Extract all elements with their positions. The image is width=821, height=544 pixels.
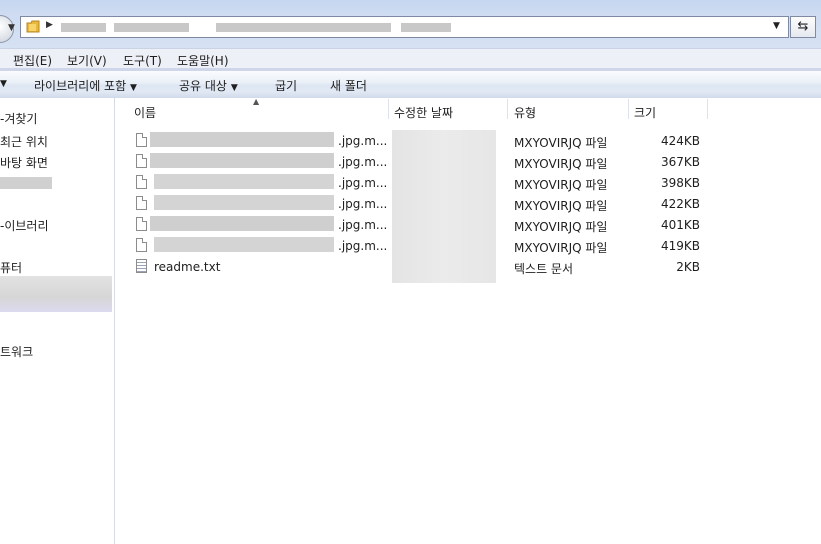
file-name-suffix: .jpg.m... [338,176,388,190]
nav-computer[interactable]: 퓨터 [0,259,22,276]
file-name-suffix: .jpg.m... [338,155,388,169]
include-in-library-label: 라이브러리에 포함 [34,79,127,93]
redacted-path [114,23,189,32]
text-file-icon [136,259,147,273]
file-type: MXYOVIRJQ 파일 [514,178,608,192]
file-size: 424KB [660,134,700,148]
file-icon [136,217,147,231]
redacted-filename [154,174,334,189]
file-name-suffix: .jpg.m... [338,218,388,232]
file-size: 398KB [660,176,700,190]
menu-bar: 편집(E) 보기(V) 도구(T) 도움말(H) [0,48,821,69]
file-name-suffix: .jpg.m... [338,134,388,148]
sort-ascending-icon: ▲ [253,97,260,106]
file-icon [136,196,147,210]
nav-network[interactable]: 트워크 [0,343,33,360]
column-header-size[interactable]: 크기 [634,104,656,121]
file-size: 419KB [660,239,700,253]
file-type: MXYOVIRJQ 파일 [514,220,608,234]
file-type: MXYOVIRJQ 파일 [514,199,608,213]
file-size: 367KB [660,155,700,169]
column-divider[interactable] [628,99,629,119]
column-header-type[interactable]: 유형 [514,104,536,121]
file-icon [136,133,147,147]
nav-libraries[interactable]: -이브러리 [0,217,49,234]
file-size: 401KB [660,218,700,232]
nav-favorites[interactable]: -겨찾기 [0,110,37,127]
redacted-nav-item[interactable] [0,276,112,312]
share-with-label: 공유 대상 [179,79,227,93]
breadcrumb-arrow-icon[interactable]: ▶ [46,20,53,30]
address-dropdown-icon[interactable]: ▼ [773,21,780,31]
redacted-filename [150,132,334,147]
redacted-filename [150,153,334,168]
file-icon [136,154,147,168]
file-type: MXYOVIRJQ 파일 [514,136,608,150]
file-type: MXYOVIRJQ 파일 [514,157,608,171]
refresh-button[interactable]: ⇆ [790,16,816,38]
menu-edit[interactable]: 편집(E) [13,52,52,69]
file-type: 텍스트 문서 [514,262,574,276]
redacted-path [61,23,106,32]
column-header-name[interactable]: 이름 [134,104,156,121]
redacted-filename [150,216,334,231]
nav-desktop[interactable]: 바탕 화면 [0,154,48,171]
folder-icon [26,20,40,33]
file-name: readme.txt [154,260,221,274]
nav-recent-places[interactable]: 최근 위치 [0,133,48,150]
column-divider[interactable] [707,99,708,119]
recent-pages-dropdown-icon[interactable]: ▼ [8,23,15,33]
organize-dropdown-icon[interactable]: ▼ [0,79,7,89]
column-divider[interactable] [507,99,508,119]
toolbar-bottom-band [0,92,821,98]
navigation-pane: -겨찾기 최근 위치 바탕 화면 -이브러리 퓨터 트워크 [0,98,115,544]
menu-help[interactable]: 도움말(H) [177,52,229,69]
column-header-date-modified[interactable]: 수정한 날짜 [394,104,453,121]
redacted-filename [154,195,334,210]
file-icon [136,175,147,189]
column-divider[interactable] [388,99,389,119]
redacted-nav-item[interactable] [0,177,52,189]
redacted-path [216,23,391,32]
redacted-filename [154,237,334,252]
file-icon [136,238,147,252]
file-name-suffix: .jpg.m... [338,197,388,211]
file-name-suffix: .jpg.m... [338,239,388,253]
file-type: MXYOVIRJQ 파일 [514,241,608,255]
file-size: 422KB [660,197,700,211]
address-bar[interactable]: ▶ ▼ [20,16,789,38]
menu-tools[interactable]: 도구(T) [123,52,162,69]
redacted-dates [392,130,496,283]
redacted-path [401,23,451,32]
menu-view[interactable]: 보기(V) [67,52,107,69]
file-size: 2KB [676,260,700,274]
